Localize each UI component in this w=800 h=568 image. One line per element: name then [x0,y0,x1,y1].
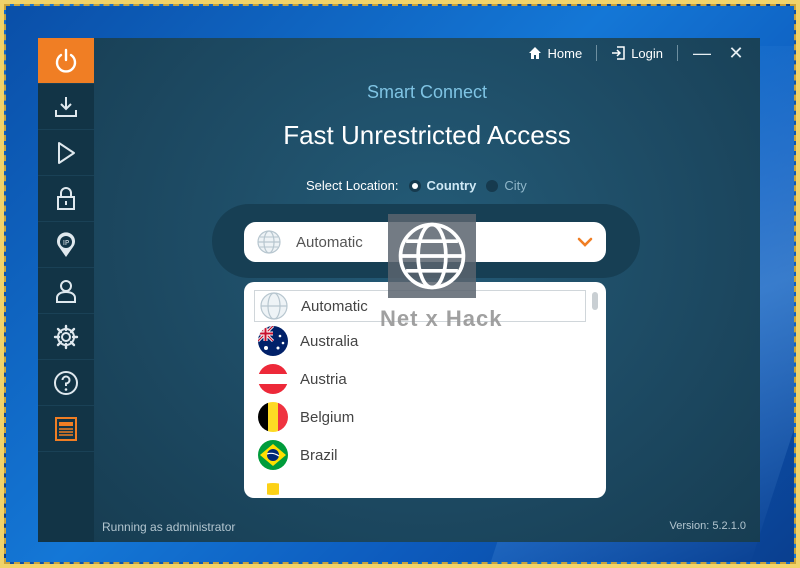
flag-austria-icon [258,364,288,394]
help-icon [54,370,78,395]
list-item-label: Brazil [300,446,338,464]
news-icon [55,416,77,441]
minimize-button[interactable]: — [692,43,712,64]
sidebar-item-account[interactable] [38,268,94,314]
list-item-brazil[interactable]: Brazil [244,436,606,474]
play-icon [58,141,75,164]
app-window: IP Home Login — ✕ Smart Connect Fast Unr… [38,38,760,542]
close-button[interactable]: ✕ [726,43,746,64]
globe-icon [260,292,288,320]
login-icon [612,46,625,60]
list-item-belgium[interactable]: Belgium [244,398,606,436]
main-panel: Home Login — ✕ Smart Connect Fast Unrest… [94,38,760,542]
power-icon [55,48,77,73]
svg-text:IP: IP [63,239,69,247]
user-icon [56,279,76,303]
radio-city-label: City [504,178,527,193]
login-label: Login [631,45,663,61]
flag-australia-icon [258,326,288,356]
globe-icon [398,222,466,290]
page-subtitle: Smart Connect [366,82,488,102]
list-item-label: Belgium [300,408,355,426]
lock-icon [57,186,75,210]
chevron-down-icon [577,237,593,247]
download-icon [55,96,77,117]
sidebar-item-security[interactable] [38,176,94,222]
home-icon [528,47,541,59]
sidebar-item-download[interactable] [38,84,94,130]
list-item-austria[interactable]: Austria [244,360,606,398]
status-text: Running as administrator [102,520,236,534]
radio-dot [408,179,421,192]
sidebar-item-ip[interactable]: IP [38,222,94,268]
flag-brazil-icon [258,440,288,470]
list-item-label: Australia [300,332,359,350]
list-item-label: Austria [300,370,347,388]
globe-icon [257,230,281,254]
login-link[interactable]: Login [611,46,663,61]
topbar-divider [677,45,678,61]
location-label: Select Location: [306,178,399,193]
radio-dot [486,179,499,192]
home-link[interactable]: Home [528,45,583,61]
watermark-globe [388,214,476,298]
home-label: Home [547,45,583,61]
radio-country-label: Country [426,178,477,193]
sidebar-item-power[interactable] [38,38,94,84]
radio-country[interactable]: Country [408,178,477,193]
sidebar-item-help[interactable] [38,360,94,406]
topbar-divider [596,45,598,61]
sidebar-item-play[interactable] [38,130,94,176]
list-item-partial [244,474,606,495]
flag-partial-icon [267,483,279,495]
sidebar-item-settings[interactable] [38,314,94,360]
page-title: Fast Unrestricted Access [283,120,571,150]
version-text: Version: 5.2.1.0 [669,520,746,532]
ip-location-icon: IP [57,231,75,257]
radio-city[interactable]: City [486,178,527,193]
location-selector: Select Location: Country City [306,178,527,193]
list-item-label: Automatic [301,297,368,315]
scrollbar[interactable] [592,292,598,310]
dropdown-value: Automatic [296,233,363,251]
settings-icon [53,324,79,349]
sidebar-item-news[interactable] [38,406,94,452]
flag-belgium-icon [258,402,288,432]
top-bar: Home Login — ✕ [528,38,761,68]
watermark-text: Net x Hack [380,306,503,331]
sidebar: IP [38,38,94,542]
